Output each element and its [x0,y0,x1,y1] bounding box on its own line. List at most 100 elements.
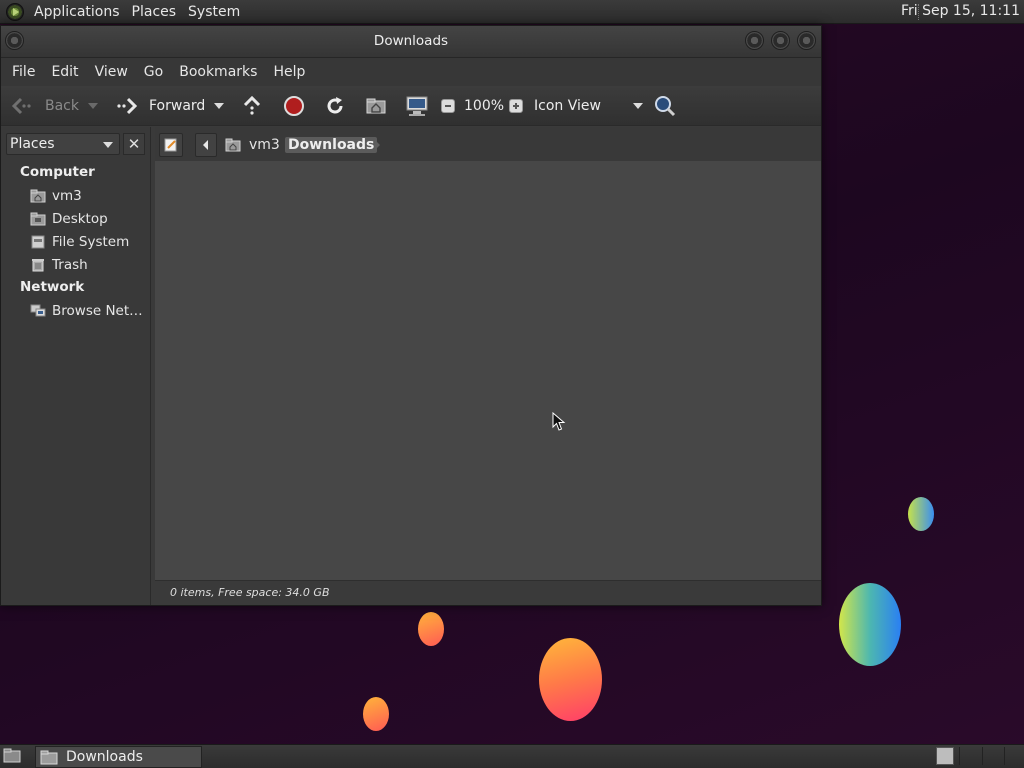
menu-bookmarks[interactable]: Bookmarks [171,64,265,80]
chevron-down-icon [632,103,643,109]
path-bar: vm3 Downloads [155,127,821,161]
trash-icon [32,258,44,271]
sidebar-item-vm3[interactable]: vm3 [1,184,150,207]
wallpaper-bubble [908,497,934,531]
desktop-folder-icon [30,212,46,225]
chevron-down-icon [88,103,98,109]
side-pane-header: Places ✕ [1,127,150,161]
bottom-panel: Downloads [0,744,1024,768]
close-button[interactable] [797,31,816,50]
back-button[interactable]: Back [11,86,79,126]
zoom-out-button[interactable] [441,86,455,126]
chevron-down-icon [103,142,113,148]
sidebar-item-browse-network[interactable]: Browse Net… [1,299,150,322]
home-folder-icon [225,138,241,152]
section-network: Network [20,279,85,295]
menu-help[interactable]: Help [265,64,313,80]
up-arrow-icon [243,95,261,115]
show-desktop-icon [3,748,21,763]
chevron-down-icon [214,103,224,109]
zoom-in-button[interactable] [509,86,523,126]
folder-icon [40,750,58,765]
os-logo-icon[interactable] [6,2,24,21]
panel-menus: Applications Places System [0,0,246,24]
wallpaper-bubble [363,697,389,731]
search-button[interactable] [653,86,677,126]
forward-button[interactable]: Forward [115,86,205,126]
menu-file[interactable]: File [4,64,43,80]
taskbar-item-label: Downloads [66,749,143,765]
home-button[interactable] [365,86,387,126]
window-titlebar[interactable]: Downloads [1,26,821,58]
path-segment-vm3[interactable]: vm3 [225,133,280,157]
side-pane: Places ✕ Computer vm3 Desktop File Syste… [1,127,151,605]
chevron-right-icon [375,140,380,150]
menu-go[interactable]: Go [136,64,171,80]
wallpaper-bubble [539,638,602,721]
sidebar-item-label: Browse Net… [52,302,143,319]
workspace-2[interactable] [959,747,977,765]
search-icon [655,96,676,117]
sidebar-item-label: Desktop [52,210,108,227]
section-computer: Computer [20,164,95,180]
workspace-4[interactable] [1004,747,1022,765]
forward-label: Forward [149,98,206,114]
network-icon [30,304,46,316]
menu-view[interactable]: View [87,64,136,80]
file-manager-window: Downloads File Edit View Go Bookmarks He… [0,25,822,606]
path-scroll-right-button[interactable] [373,133,381,157]
stop-button[interactable] [283,86,305,126]
taskbar-item-downloads[interactable]: Downloads [35,746,202,768]
view-mode-label: Icon View [534,98,601,114]
path-segment-downloads[interactable]: Downloads [285,133,378,157]
maximize-button[interactable] [771,31,790,50]
status-bar: 0 items, Free space: 34.0 GB [155,580,821,605]
wallpaper-bubble [418,612,444,646]
file-view-area[interactable] [155,161,821,580]
menubar: File Edit View Go Bookmarks Help [1,58,821,86]
places-menu[interactable]: Places [126,4,183,20]
back-history-dropdown[interactable] [88,86,98,126]
reload-button[interactable] [324,86,346,126]
back-label: Back [45,98,79,114]
drive-icon [31,235,45,248]
side-pane-selector[interactable]: Places [6,133,120,155]
toggle-location-entry-button[interactable] [159,133,183,157]
close-side-pane-icon[interactable]: ✕ [123,133,145,155]
sidebar-item-label: File System [52,233,130,250]
system-menu[interactable]: System [182,4,246,20]
path-scroll-left-button[interactable] [195,133,217,157]
forward-arrow-icon [117,97,138,115]
stop-icon [284,96,304,116]
applications-menu[interactable]: Applications [28,4,126,20]
zoom-level-label: 100% [464,98,505,114]
reload-icon [327,97,343,114]
mouse-cursor-icon [552,412,566,431]
sidebar-item-desktop[interactable]: Desktop [1,207,150,230]
path-segment-label: Downloads [285,137,378,153]
back-arrow-icon [11,97,31,115]
workspace-1[interactable] [936,747,954,765]
home-folder-icon [30,189,46,202]
computer-button[interactable] [405,86,429,126]
computer-icon [406,96,428,116]
up-button[interactable] [242,86,262,126]
clock[interactable]: Fri Sep 15, 11:11 [901,3,1020,19]
zoom-in-icon [509,99,523,113]
home-folder-icon [366,98,386,114]
sidebar-item-file-system[interactable]: File System [1,230,150,253]
minimize-button[interactable] [745,31,764,50]
main-view: vm3 Downloads 0 items, Free space: 34.0 … [155,127,821,605]
zoom-out-icon [441,99,455,113]
forward-history-dropdown[interactable] [214,86,224,126]
sidebar-item-trash[interactable]: Trash [1,253,150,276]
chevron-left-icon [203,140,208,150]
side-pane-selector-label: Places [10,136,55,152]
window-content: Places ✕ Computer vm3 Desktop File Syste… [1,127,821,605]
top-panel: Applications Places System Fri Sep 15, 1… [0,0,1024,24]
view-mode-select[interactable]: Icon View [534,86,643,126]
menu-edit[interactable]: Edit [43,64,86,80]
zoom-level[interactable]: 100% [464,86,504,126]
workspace-3[interactable] [982,747,1000,765]
show-desktop-button[interactable] [3,747,21,765]
